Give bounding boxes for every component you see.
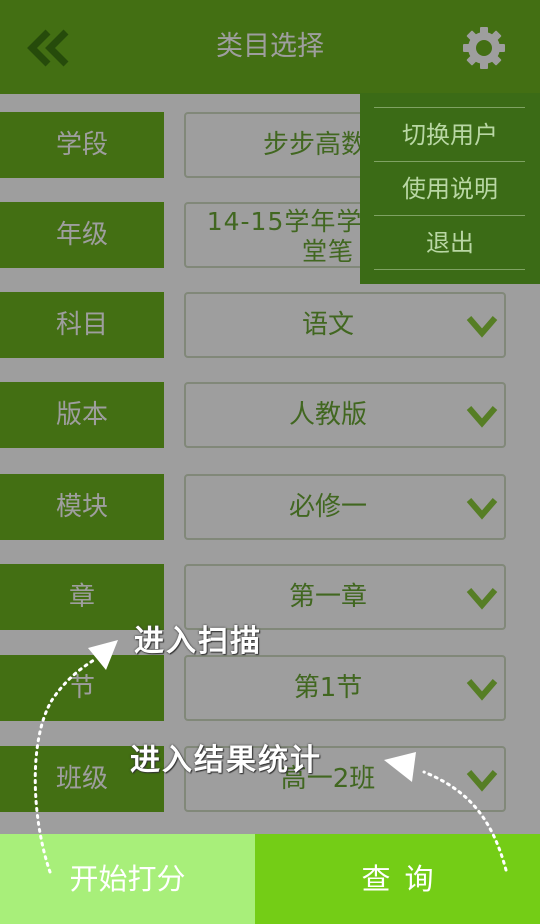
- hint-arrow-stats: [422, 770, 508, 872]
- arrowhead-icon: [384, 752, 416, 782]
- arrowhead-icon: [88, 640, 118, 670]
- hint-arrows: [33, 640, 508, 874]
- hint-arrow-scan: [33, 658, 96, 874]
